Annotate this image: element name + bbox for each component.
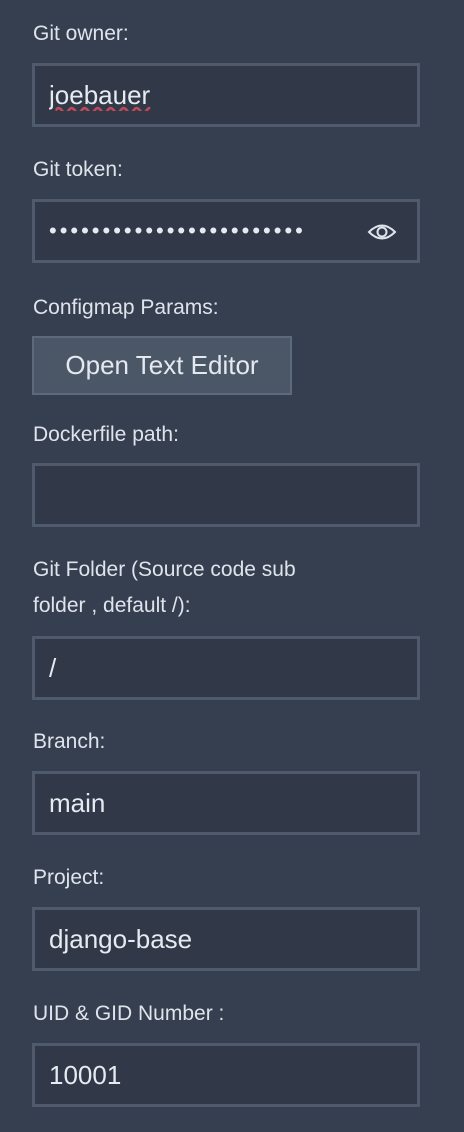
git-folder-label-line2: folder , default /):: [33, 594, 191, 617]
configmap-label: Configmap Params:: [33, 296, 219, 319]
open-text-editor-button[interactable]: Open Text Editor: [32, 336, 292, 395]
git-owner-input[interactable]: [35, 66, 417, 124]
uid-gid-label: UID & GID Number :: [33, 1002, 225, 1025]
project-input[interactable]: [35, 910, 417, 968]
settings-form: Git owner: Git token: Configmap Params: …: [0, 0, 464, 1132]
dockerfile-path-input[interactable]: [35, 466, 417, 524]
git-folder-label-line1: Git Folder (Source code sub: [33, 558, 296, 581]
branch-input[interactable]: [35, 774, 417, 832]
git-token-field[interactable]: [32, 199, 420, 263]
git-folder-input[interactable]: [35, 639, 417, 697]
uid-gid-input[interactable]: [35, 1046, 417, 1104]
branch-field[interactable]: [32, 771, 420, 835]
branch-label: Branch:: [33, 730, 106, 753]
git-folder-field[interactable]: [32, 636, 420, 700]
git-owner-label: Git owner:: [33, 22, 129, 45]
git-owner-field[interactable]: [32, 63, 420, 127]
git-token-label: Git token:: [33, 158, 123, 181]
uid-gid-field[interactable]: [32, 1043, 420, 1107]
eye-icon[interactable]: [367, 221, 397, 243]
dockerfile-path-label: Dockerfile path:: [33, 423, 179, 446]
dockerfile-path-field[interactable]: [32, 463, 420, 527]
project-field[interactable]: [32, 907, 420, 971]
git-token-input[interactable]: [35, 202, 417, 260]
project-label: Project:: [33, 866, 105, 889]
